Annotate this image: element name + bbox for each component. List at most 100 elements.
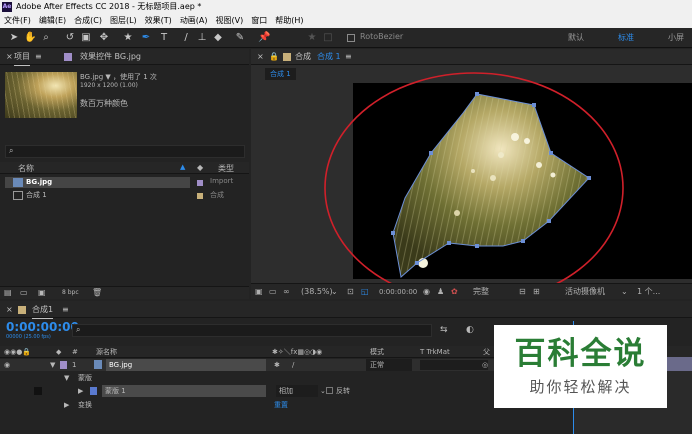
camera-tool-icon[interactable]: ▣ — [80, 31, 92, 44]
timeline-current-time[interactable]: 0:00:00:00 — [6, 320, 79, 334]
comp-mini-flowchart-icon[interactable]: ⇆ — [440, 325, 448, 335]
expand-layer-icon[interactable]: ▼ — [50, 359, 55, 371]
view-layout-select[interactable]: 1 个... — [637, 284, 660, 300]
show-snapshot-icon[interactable]: ♟ — [437, 284, 444, 300]
item-dimensions: 1920 x 1200 (1.00) — [80, 82, 138, 89]
project-item-row[interactable]: 合成 1 — [5, 190, 190, 201]
tab-composition[interactable]: 合成 1 — [317, 49, 341, 65]
mask-visibility-box[interactable] — [34, 387, 42, 395]
invert-checkbox[interactable] — [326, 387, 333, 394]
hand-tool-icon[interactable]: ✋ — [24, 31, 36, 44]
column-mode[interactable]: 模式 — [370, 346, 384, 358]
masked-footage[interactable] — [393, 94, 589, 277]
lock-icon[interactable]: 🔒 — [269, 49, 279, 65]
quality-switch-icon[interactable]: / — [292, 359, 294, 371]
region-of-interest-icon[interactable]: ⊟ — [519, 284, 526, 300]
pan-behind-tool-icon[interactable]: ✥ — [98, 31, 110, 44]
parent-pickwhip-icon[interactable]: ◎ — [482, 359, 488, 371]
column-name[interactable]: 名称 — [18, 163, 34, 174]
track-matte-select[interactable] — [420, 360, 488, 370]
shape-fill-icon[interactable]: ★ — [306, 31, 318, 44]
panel-menu-icon[interactable]: ≡ — [345, 49, 352, 65]
tab-timeline-comp[interactable]: 合成1 — [32, 301, 54, 319]
expand-mask-icon[interactable]: ▶ — [78, 385, 83, 397]
interpret-footage-icon[interactable]: ▤ — [4, 288, 12, 297]
transparency-grid-icon[interactable]: ◱ — [361, 284, 369, 300]
menu-view[interactable]: 视图(V) — [212, 14, 248, 28]
trash-icon[interactable]: 🗑 — [92, 288, 102, 297]
new-composition-icon[interactable]: ▣ — [38, 288, 46, 297]
expand-transform-icon[interactable]: ▶ — [64, 399, 69, 411]
mask-name[interactable]: 蒙版 1 — [102, 385, 266, 397]
mask-mode-select[interactable]: 相加 — [276, 385, 318, 397]
stroke-icon[interactable]: □ — [322, 31, 334, 44]
close-icon[interactable]: × — [6, 301, 13, 318]
roto-brush-tool-icon[interactable]: ✎ — [234, 31, 246, 44]
puppet-pin-tool-icon[interactable]: 📌 — [258, 31, 270, 44]
snapshot-icon[interactable]: ◉ — [423, 284, 430, 300]
menu-composition[interactable]: 合成(C) — [70, 14, 106, 28]
always-preview-icon[interactable]: ▣ — [255, 284, 263, 300]
menu-layer[interactable]: 图层(L) — [106, 14, 141, 28]
brush-tool-icon[interactable]: / — [180, 31, 192, 44]
comp-breadcrumb[interactable]: 合成 1 — [265, 68, 296, 80]
menu-effect[interactable]: 效果(T) — [141, 14, 176, 28]
clone-stamp-tool-icon[interactable]: ⊥ — [196, 31, 208, 44]
menu-help[interactable]: 帮助(H) — [271, 14, 307, 28]
tab-project[interactable]: 项目 — [14, 49, 30, 66]
layer-name[interactable]: BG.jpg — [106, 359, 266, 371]
toggle-grid-icon[interactable]: ⊞ — [533, 284, 540, 300]
fit-icon[interactable]: ⊡ — [347, 284, 354, 300]
rotate-tool-icon[interactable]: ↺ — [64, 31, 76, 44]
workspace-small-screen[interactable]: 小屏 — [668, 32, 684, 43]
camera-view-select[interactable]: 活动摄像机 — [565, 284, 605, 300]
resolution-select[interactable]: 完整 — [473, 284, 489, 300]
panel-menu-icon[interactable]: ≡ — [35, 49, 42, 65]
column-source-name[interactable]: 源名称 — [96, 346, 117, 358]
tab-composition-prefix: 合成 — [295, 52, 311, 61]
reset-transform-link[interactable]: 重置 — [274, 399, 288, 411]
workspace-standard[interactable]: 标准 — [618, 32, 634, 43]
layer-blend-mode-select[interactable]: 正常 — [366, 359, 412, 371]
project-search-input[interactable]: ⌕ — [5, 145, 245, 158]
monitor-icon[interactable]: ▭ — [269, 284, 277, 300]
bit-depth-button[interactable]: 8 bpc — [62, 289, 79, 296]
draft-3d-icon[interactable]: ◐ — [466, 325, 474, 335]
dropdown-arrow-icon[interactable]: ▼ — [105, 73, 110, 81]
zoom-tool-icon[interactable]: ⌕ — [40, 31, 52, 44]
close-icon[interactable]: × — [257, 49, 264, 65]
menu-edit[interactable]: 编辑(E) — [35, 14, 70, 28]
expand-masks-icon[interactable]: ▼ — [64, 372, 69, 384]
channel-icon[interactable]: ✿ — [451, 284, 458, 300]
timeline-search-input[interactable]: ⌕ — [72, 324, 432, 337]
sort-arrow-icon[interactable]: ▲ — [180, 163, 185, 171]
dropdown-arrow-icon[interactable]: ⌄ — [331, 284, 338, 300]
menu-file[interactable]: 文件(F) — [0, 14, 35, 28]
workspace-default[interactable]: 默认 — [568, 32, 584, 43]
project-item-row[interactable]: BG.jpg — [5, 177, 190, 188]
dropdown-arrow-icon[interactable]: ⌄ — [621, 284, 628, 300]
current-time[interactable]: 0:00:00:00 — [379, 284, 417, 300]
mask-visibility-icon[interactable]: ∞ — [283, 284, 290, 300]
mask-color-swatch[interactable] — [90, 387, 97, 395]
new-folder-icon[interactable]: ▭ — [20, 288, 28, 297]
label-tag-icon[interactable]: ◆ — [197, 163, 203, 172]
menu-window[interactable]: 窗口 — [247, 14, 271, 28]
panel-menu-icon[interactable]: ≡ — [62, 301, 69, 318]
shape-tool-icon[interactable]: ★ — [122, 31, 134, 44]
column-trkmat[interactable]: T TrkMat — [420, 346, 450, 358]
collapse-switch-icon[interactable]: ✱ — [274, 359, 280, 371]
comp-viewer[interactable] — [353, 83, 692, 279]
column-parent[interactable]: 父 — [483, 346, 490, 358]
column-type[interactable]: 类型 — [218, 163, 234, 174]
zoom-level[interactable]: (38.5%) — [301, 284, 333, 300]
pen-tool-icon[interactable]: ✒ — [140, 31, 152, 44]
rotobezier-checkbox[interactable] — [347, 34, 355, 42]
type-tool-icon[interactable]: T — [158, 31, 170, 44]
video-visibility-icon[interactable]: ◉ — [4, 359, 10, 371]
close-icon[interactable]: × — [6, 49, 13, 65]
menu-animation[interactable]: 动画(A) — [176, 14, 212, 28]
selection-tool-icon[interactable]: ➤ — [8, 31, 20, 44]
eraser-tool-icon[interactable]: ◆ — [212, 31, 224, 44]
tab-effect-controls[interactable]: 效果控件 BG.jpg — [80, 49, 141, 65]
